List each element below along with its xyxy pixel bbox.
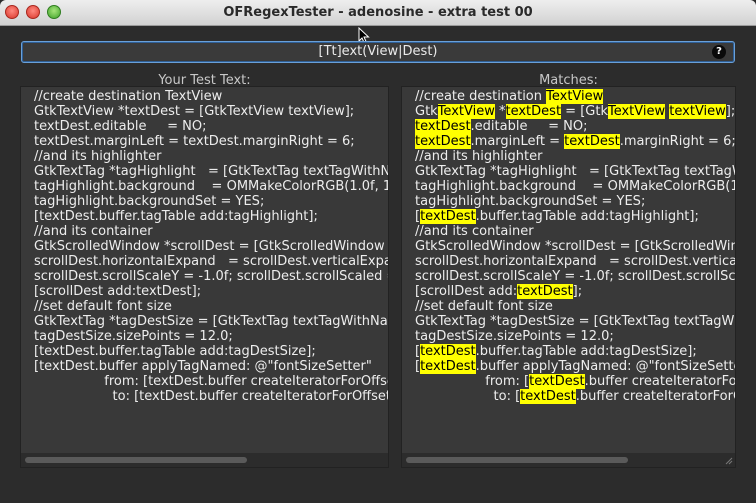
match-highlight: textDest [420, 359, 476, 374]
match-highlight: TextView [546, 89, 604, 104]
match-line: textDest.marginLeft = textDest.marginRig… [415, 134, 736, 149]
app-window: OFRegexTester - adenosine - extra test 0… [0, 0, 756, 503]
code-line: //set default font size [34, 299, 172, 314]
code-line: [textDest.buffer applyTagNamed: @"fontSi… [34, 359, 372, 374]
code-line: GtkTextView *textDest = [GtkTextView tex… [34, 104, 355, 119]
code-line: [textDest.buffer.tagTable add:tagDestSiz… [34, 344, 316, 359]
code-line: textDest.editable = NO; [34, 119, 207, 134]
matches-pane[interactable]: //create destination TextView GtkTextView… [401, 86, 736, 468]
match-line: GtkTextTag *tagDestSize = [GtkTextTag te… [415, 314, 735, 329]
code-line: textDest.marginLeft = textDest.marginRig… [34, 134, 355, 149]
match-highlight: TextView [437, 104, 495, 119]
match-line: //set default font size [415, 299, 553, 314]
match-highlight: textDest [420, 344, 476, 359]
code-line: tagHighlight.backgroundSet = YES; [34, 194, 265, 209]
code-line: [textDest.buffer.tagTable add:tagHighlig… [34, 209, 318, 224]
matches-view: //create destination TextView GtkTextView… [415, 89, 736, 404]
help-icon[interactable]: ? [712, 45, 726, 59]
code-line: GtkScrolledWindow *scrollDest = [GtkScro… [34, 239, 385, 254]
resize-grip-icon[interactable] [723, 455, 733, 465]
code-line: //create destination TextView [34, 89, 223, 104]
match-highlight: textDest [564, 134, 620, 149]
match-line: tagHighlight.background = OMMakeColorRGB… [415, 179, 735, 194]
title-bar[interactable]: OFRegexTester - adenosine - extra test 0… [0, 0, 756, 26]
match-highlight: textDest [520, 389, 576, 404]
code-line: GtkTextTag *tagHighlight = [GtkTextTag t… [34, 164, 388, 179]
match-line: tagHighlight.backgroundSet = YES; [415, 194, 646, 209]
match-line: from: [textDest.buffer createIteratorFor… [415, 374, 736, 389]
test-text-scrollbar[interactable] [21, 453, 388, 467]
match-line: //create destination TextView [415, 89, 604, 104]
match-line: //and its container [415, 224, 534, 239]
test-text-editor[interactable]: //create destination TextView GtkTextView… [34, 89, 389, 404]
code-line: to: [textDest.buffer createIteratorForOf… [34, 389, 389, 404]
match-line: GtkTextTag *tagHighlight = [GtkTextTag t… [415, 164, 735, 179]
pane-divider[interactable] [393, 86, 397, 468]
test-text-pane[interactable]: //create destination TextView GtkTextView… [20, 86, 389, 468]
regex-input[interactable]: [Tt]ext(View|Dest) ? [21, 41, 735, 63]
match-line: GtkScrolledWindow *scrollDest = [GtkScro… [415, 239, 735, 254]
window-title: OFRegexTester - adenosine - extra test 0… [223, 5, 533, 20]
match-highlight: textDest [415, 119, 471, 134]
matches-scrollbar[interactable] [402, 453, 735, 467]
match-line: [textDest.buffer applyTagNamed: @"fontSi… [415, 359, 736, 374]
match-line: textDest.editable = NO; [415, 119, 588, 134]
match-highlight: textDest [529, 374, 585, 389]
code-line: tagHighlight.background = OMMakeColorRGB… [34, 179, 388, 194]
match-line: [textDest.buffer.tagTable add:tagHighlig… [415, 209, 699, 224]
match-line: scrollDest.horizontalExpand = scrollDest… [415, 254, 736, 269]
match-line: tagDestSize.sizePoints = 12.0; [415, 329, 614, 344]
code-line: //and its highlighter [34, 149, 162, 164]
regex-input-value: [Tt]ext(View|Dest) [318, 44, 438, 59]
match-highlight: textDest [505, 104, 562, 119]
match-highlight: textDest [420, 209, 476, 224]
match-line: [textDest.buffer.tagTable add:tagDestSiz… [415, 344, 697, 359]
match-highlight: textDest [415, 134, 471, 149]
test-text-scroll-thumb[interactable] [25, 457, 247, 463]
match-line: [scrollDest add:textDest]; [415, 284, 583, 299]
code-line: from: [textDest.buffer createIteratorFor… [34, 374, 389, 389]
match-highlight: TextView [607, 104, 666, 119]
code-line: scrollDest.horizontalExpand = scrollDest… [34, 254, 388, 269]
matches-scroll-thumb[interactable] [406, 457, 628, 463]
code-line: scrollDest.scrollScaleY = -1.0f; scrollD… [34, 269, 388, 284]
match-line: //and its highlighter [415, 149, 543, 164]
match-line: GtkTextView *textDest = [GtkTextView tex… [415, 104, 736, 119]
code-line: [scrollDest add:textDest]; [34, 284, 202, 299]
code-line: GtkTextTag *tagDestSize = [GtkTextTag te… [34, 314, 388, 329]
match-line: scrollDest.scrollScaleY = -1.0f; scrollD… [415, 269, 736, 284]
match-highlight: textDest [517, 284, 573, 299]
code-line: //and its container [34, 224, 153, 239]
match-highlight: textView [669, 104, 726, 119]
match-line: to: [textDest.buffer createIteratorForOf… [415, 389, 735, 404]
code-line: tagDestSize.sizePoints = 12.0; [34, 329, 233, 344]
